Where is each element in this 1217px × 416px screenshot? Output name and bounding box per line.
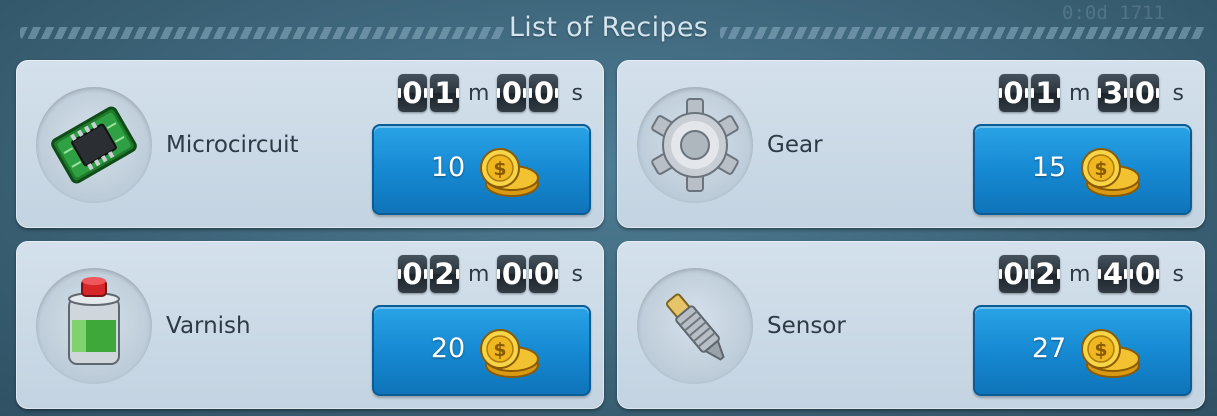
- timer-digit: 0: [398, 74, 427, 112]
- buy-button[interactable]: 10 $: [372, 124, 591, 215]
- minutes-unit: m: [468, 80, 490, 106]
- seconds-unit: s: [1172, 261, 1184, 287]
- craft-timer: 0 1 m 0 0 s: [398, 72, 591, 114]
- recipe-name: Gear: [767, 132, 823, 158]
- timer-digit: 0: [999, 74, 1028, 112]
- svg-text:$: $: [493, 339, 506, 361]
- craft-timer: 0 2 m 4 0 s: [999, 253, 1192, 295]
- page-title: List of Recipes: [508, 12, 709, 43]
- timer-digit: 0: [529, 74, 559, 112]
- recipe-card-varnish[interactable]: Varnish 0 2 m 0 0 s 20 $: [16, 241, 604, 409]
- microcircuit-icon: [36, 87, 152, 203]
- gold-coins-icon: $: [476, 144, 542, 204]
- gold-coins-icon: $: [476, 325, 542, 385]
- buy-button[interactable]: 27 $: [973, 305, 1192, 396]
- price-label: 20: [430, 333, 466, 364]
- timer-digit: 2: [1031, 255, 1060, 293]
- recipe-name: Microcircuit: [166, 132, 299, 158]
- gear-icon: [637, 87, 753, 203]
- craft-timer: 0 1 m 3 0 s: [999, 72, 1192, 114]
- timer-digit: 0: [1130, 74, 1160, 112]
- minutes-unit: m: [1069, 261, 1091, 287]
- timer-digit: 4: [1098, 255, 1128, 293]
- recipe-card-microcircuit[interactable]: Microcircuit 0 1 m 0 0 s 10 $: [16, 60, 604, 228]
- seconds-unit: s: [571, 80, 583, 106]
- recipe-card-sensor[interactable]: Sensor 0 2 m 4 0 s 27 $: [617, 241, 1205, 409]
- craft-timer: 0 2 m 0 0 s: [398, 253, 591, 295]
- timer-digit: 0: [497, 255, 527, 293]
- price-label: 15: [1031, 152, 1067, 183]
- price-label: 27: [1031, 333, 1067, 364]
- timer-digit: 2: [430, 255, 459, 293]
- timer-digit: 1: [1031, 74, 1060, 112]
- svg-text:$: $: [493, 158, 506, 180]
- recipe-name: Varnish: [166, 313, 251, 339]
- faded-counter: 0:0d 1711: [1062, 2, 1165, 24]
- minutes-unit: m: [1069, 80, 1091, 106]
- svg-text:$: $: [1094, 158, 1107, 180]
- recipes-header: List of Recipes 0:0d 1711: [0, 0, 1217, 58]
- timer-digit: 1: [430, 74, 459, 112]
- timer-digit: 0: [999, 255, 1028, 293]
- minutes-unit: m: [468, 261, 490, 287]
- sensor-icon: [637, 268, 753, 384]
- svg-text:$: $: [1094, 339, 1107, 361]
- seconds-unit: s: [571, 261, 583, 287]
- timer-digit: 3: [1098, 74, 1128, 112]
- varnish-can-icon: [36, 268, 152, 384]
- recipe-card-gear[interactable]: Gear 0 1 m 3 0 s 15 $: [617, 60, 1205, 228]
- buy-button[interactable]: 20 $: [372, 305, 591, 396]
- gold-coins-icon: $: [1077, 325, 1143, 385]
- timer-digit: 0: [529, 255, 559, 293]
- buy-button[interactable]: 15 $: [973, 124, 1192, 215]
- price-label: 10: [430, 152, 466, 183]
- seconds-unit: s: [1172, 80, 1184, 106]
- gold-coins-icon: $: [1077, 144, 1143, 204]
- timer-digit: 0: [497, 74, 527, 112]
- recipe-name: Sensor: [767, 313, 846, 339]
- timer-digit: 0: [398, 255, 427, 293]
- timer-digit: 0: [1130, 255, 1160, 293]
